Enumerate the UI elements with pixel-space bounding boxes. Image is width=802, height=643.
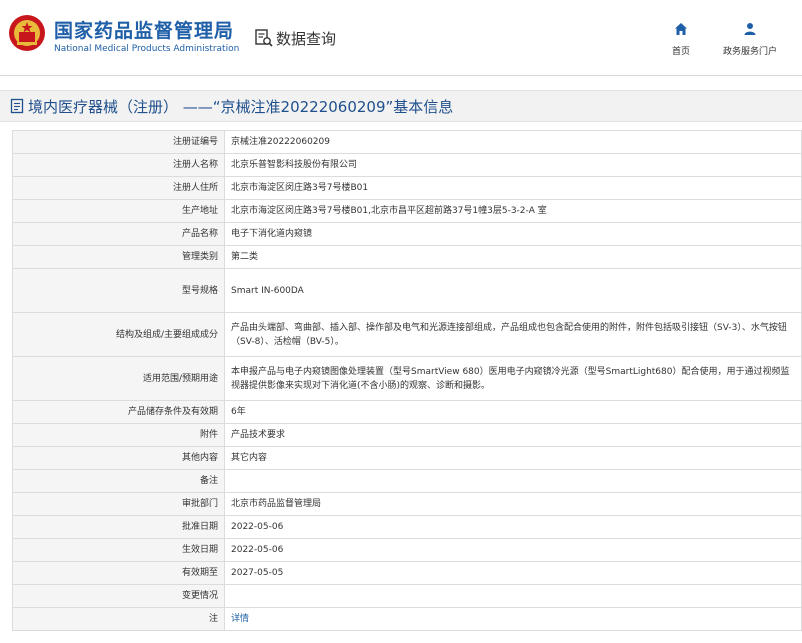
brand-name-cn: 国家药品监督管理局 bbox=[54, 20, 235, 42]
detail-row: 注册人名称 北京乐普智影科技股份有限公司 bbox=[12, 153, 802, 177]
home-icon bbox=[675, 23, 687, 35]
row-value bbox=[224, 584, 802, 608]
nav-home-label: 首页 bbox=[671, 47, 690, 57]
detail-row: 注册人住所 北京市海淀区闵庄路3号7号楼B01 bbox=[12, 176, 802, 200]
detail-table: 注册证编号 京械注准20222060209 注册人名称 北京乐普智影科技股份有限公司注… bbox=[12, 130, 802, 631]
details-link[interactable]: 详情 bbox=[231, 614, 249, 624]
detail-row: 产品名称 电子下消化道内窥镜 bbox=[12, 222, 802, 246]
row-label: 有效期至 bbox=[12, 561, 225, 585]
document-search-icon bbox=[255, 29, 273, 47]
detail-row: 批准日期 2022-05-06 bbox=[12, 515, 802, 539]
row-value: 北京市海淀区闵庄路3号7号楼B01 bbox=[224, 176, 802, 200]
row-value: 北京市海淀区闵庄路3号7号楼B01,北京市昌平区超前路37号1幢3层5-3-2-… bbox=[224, 199, 802, 223]
detail-row: 型号规格 Smart IN-600DA bbox=[12, 268, 802, 313]
detail-row: 生产地址 北京市海淀区闵庄路3号7号楼B01,北京市昌平区超前路37号1幢3层5-… bbox=[12, 199, 802, 223]
row-label: 产品名称 bbox=[12, 222, 225, 246]
document-icon bbox=[10, 98, 24, 114]
data-query-link[interactable]: 数据查询 bbox=[254, 26, 336, 50]
row-value: 2022-05-06 bbox=[224, 538, 802, 562]
row-value: 京械注准20222060209 bbox=[224, 130, 802, 154]
site-header: 国家药品监督管理局 National Medical Products Admi… bbox=[0, 0, 802, 76]
row-value: 北京乐普智影科技股份有限公司 bbox=[224, 153, 802, 177]
row-value bbox=[224, 469, 802, 493]
row-value: 本申报产品与电子内窥镜图像处理装置（型号SmartView 680）医用电子内窥… bbox=[224, 356, 802, 401]
row-value: 电子下消化道内窥镜 bbox=[224, 222, 802, 246]
detail-row: 有效期至 2027-05-05 bbox=[12, 561, 802, 585]
detail-row: 变更情况 bbox=[12, 584, 802, 608]
row-value: 其它内容 bbox=[224, 446, 802, 470]
detail-row: 其他内容 其它内容 bbox=[12, 446, 802, 470]
page-title: 境内医疗器械（注册） ——“京械注准20222060209”基本信息 bbox=[28, 97, 454, 116]
detail-row: 审批部门 北京市药品监督管理局 bbox=[12, 492, 802, 516]
row-value: 详情 bbox=[224, 607, 802, 631]
detail-row: 生效日期 2022-05-06 bbox=[12, 538, 802, 562]
row-label: 适用范围/预期用途 bbox=[12, 356, 225, 401]
row-value: Smart IN-600DA bbox=[224, 268, 802, 313]
row-label: 管理类别 bbox=[12, 245, 225, 269]
row-label: 审批部门 bbox=[12, 492, 225, 516]
nav-home[interactable]: 首页 bbox=[666, 22, 696, 57]
row-label: 生产地址 bbox=[12, 199, 225, 223]
national-emblem-icon bbox=[9, 15, 45, 51]
row-value: 2022-05-06 bbox=[224, 515, 802, 539]
detail-row: 注详情 bbox=[12, 607, 802, 631]
row-label: 注册人住所 bbox=[12, 176, 225, 200]
detail-row: 适用范围/预期用途 本申报产品与电子内窥镜图像处理装置（型号SmartView 6… bbox=[12, 356, 802, 401]
row-label: 注 bbox=[12, 607, 225, 631]
detail-row: 注册证编号 京械注准20222060209 bbox=[12, 130, 802, 154]
detail-row: 管理类别 第二类 bbox=[12, 245, 802, 269]
data-query-label: 数据查询 bbox=[276, 29, 337, 48]
row-label: 附件 bbox=[12, 423, 225, 447]
row-value: 6年 bbox=[224, 400, 802, 424]
row-label: 批准日期 bbox=[12, 515, 225, 539]
detail-row: 产品储存条件及有效期 6年 bbox=[12, 400, 802, 424]
detail-row: 结构及组成/主要组成成分 产品由头端部、弯曲部、插入部、操作部及电气和光源连接部组… bbox=[12, 312, 802, 357]
brand-name-en: National Medical Products Administration bbox=[54, 44, 240, 54]
row-label: 备注 bbox=[12, 469, 225, 493]
detail-row: 备注 bbox=[12, 469, 802, 493]
row-label: 注册证编号 bbox=[12, 130, 225, 154]
row-label: 型号规格 bbox=[12, 268, 225, 313]
row-value: 北京市药品监督管理局 bbox=[224, 492, 802, 516]
page-title-bar: 境内医疗器械（注册） ——“京械注准20222060209”基本信息 bbox=[0, 90, 802, 122]
detail-row: 附件 产品技术要求 bbox=[12, 423, 802, 447]
row-value: 第二类 bbox=[224, 245, 802, 269]
row-value: 2027-05-05 bbox=[224, 561, 802, 585]
nav-gov-service-portal[interactable]: 政务服务门户 bbox=[716, 22, 784, 57]
row-label: 生效日期 bbox=[12, 538, 225, 562]
row-label: 其他内容 bbox=[12, 446, 225, 470]
row-label: 变更情况 bbox=[12, 584, 225, 608]
user-icon bbox=[744, 23, 756, 35]
row-label: 结构及组成/主要组成成分 bbox=[12, 312, 225, 357]
row-label: 注册人名称 bbox=[12, 153, 225, 177]
row-value: 产品技术要求 bbox=[224, 423, 802, 447]
nav-portal-label: 政务服务门户 bbox=[722, 47, 777, 57]
row-label: 产品储存条件及有效期 bbox=[12, 400, 225, 424]
row-value: 产品由头端部、弯曲部、插入部、操作部及电气和光源连接部组成，产品组成也包含配合使… bbox=[224, 312, 802, 357]
